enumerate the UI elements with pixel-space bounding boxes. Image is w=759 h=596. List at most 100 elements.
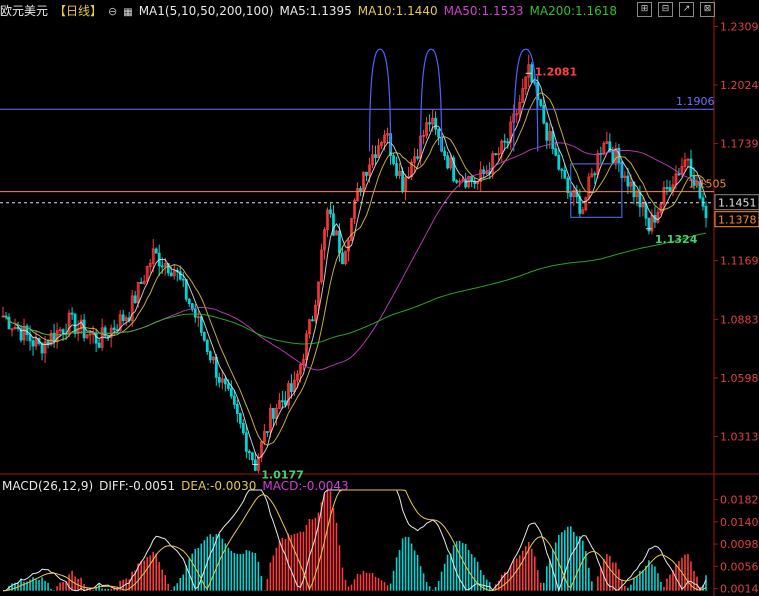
macd-tick-label: 0.0056 <box>720 560 759 573</box>
candle-body <box>446 155 450 169</box>
candle-body <box>341 252 344 265</box>
candle-body <box>401 170 404 192</box>
popout-icon[interactable]: ↗ <box>679 2 694 17</box>
ma-indicator-label[interactable]: MA1(5,10,50,200,100) <box>139 4 274 18</box>
candle-body <box>187 298 191 305</box>
candle-body <box>290 383 293 393</box>
symbol-name: 欧元美元 <box>0 4 49 18</box>
candle-body <box>551 131 555 150</box>
candle-body <box>181 278 185 281</box>
candle-body <box>392 155 395 164</box>
candle-body <box>560 168 564 171</box>
candle-body <box>704 205 708 219</box>
candle-body <box>611 150 615 163</box>
candle-body <box>7 316 11 330</box>
macd-value: MACD:-0.0043 <box>262 479 349 493</box>
candle-body <box>332 213 335 236</box>
level-label: 1.1906 <box>676 95 715 108</box>
candle-body <box>61 329 65 335</box>
candle-body <box>31 340 35 347</box>
chart-icon[interactable]: ▦ <box>123 7 132 18</box>
candle-body <box>271 407 275 419</box>
candle-body <box>121 314 125 321</box>
macd-dea: DEA:-0.0030 <box>181 479 257 493</box>
maximize-icon[interactable]: ⊞ <box>637 2 652 17</box>
candle-body <box>359 188 362 192</box>
ma200-value: MA200:1.1618 <box>529 4 618 18</box>
candle-body <box>217 377 221 383</box>
price-tick-label: 1.2309 <box>720 20 759 33</box>
candle-body <box>677 173 681 176</box>
candle-body <box>701 197 705 207</box>
candle-body <box>82 319 86 339</box>
candle-body <box>374 154 377 158</box>
ma200-line <box>2 232 707 345</box>
candle-body <box>250 452 254 461</box>
chart-header: 欧元美元 【日线】 ⊖ ▦ MA1(5,10,50,200,100) MA5:1.1395… <box>0 2 623 20</box>
candle-body <box>557 154 561 170</box>
close-icon[interactable]: ⊠ <box>700 2 715 17</box>
level-label: 1.1505 <box>688 178 727 191</box>
macd-tick-label: 0.0140 <box>720 516 759 529</box>
candle-body <box>169 272 173 277</box>
window-buttons: ⊞ ⊟ ↗ ⊠ <box>637 2 715 17</box>
minimize-icon[interactable]: ⊟ <box>658 2 673 17</box>
candle-body <box>566 177 570 193</box>
candle-body <box>428 122 432 125</box>
candle-body <box>506 141 510 144</box>
ma50-value: MA50:1.1533 <box>443 4 524 18</box>
price-chart[interactable]: 1.23091.20241.17391.14541.11691.08831.05… <box>0 0 759 596</box>
candle-body <box>247 450 251 454</box>
extreme-label: 1.1324 <box>655 233 698 246</box>
candle-body <box>280 400 284 403</box>
price-tick-label: 1.1169 <box>720 255 759 268</box>
candle-body <box>395 163 398 176</box>
macd-diff: DIFF:-0.0051 <box>99 479 176 493</box>
candle-body <box>563 169 567 179</box>
candle-body <box>112 327 116 331</box>
candle-body <box>554 148 558 156</box>
candle-body <box>542 104 546 124</box>
settings-icon[interactable]: ⊖ <box>108 5 117 18</box>
price-tick-label: 1.0598 <box>720 372 759 385</box>
candle-body <box>70 312 74 315</box>
macd-tick-label: 0.0098 <box>720 538 759 551</box>
candle-body <box>226 383 230 389</box>
ma10-value: MA10:1.1440 <box>357 4 438 18</box>
candle-body <box>494 153 498 156</box>
extreme-label: 1.2081 <box>535 65 577 78</box>
candle-body <box>416 156 419 159</box>
candle-body <box>338 230 341 254</box>
candle-body <box>139 281 143 285</box>
candle-body <box>265 431 269 433</box>
price-tick-label: 1.1739 <box>720 138 759 151</box>
price-tick-label: 1.2024 <box>720 79 759 92</box>
macd-tick-label: 0.0014 <box>720 583 759 596</box>
macd-label[interactable]: MACD(26,12,9) <box>2 479 93 493</box>
period-label[interactable]: 【日线】 <box>54 4 102 18</box>
candle-body <box>193 308 197 318</box>
price-tick-label: 1.0313 <box>720 431 759 444</box>
ma10-line <box>2 92 707 446</box>
candle-body <box>638 191 642 208</box>
candle-body <box>470 176 474 182</box>
candle-body <box>668 187 672 192</box>
candle-body <box>253 459 257 471</box>
ma5-line <box>2 78 707 459</box>
candle-body <box>593 173 597 176</box>
price-tick-label: 1.0883 <box>720 313 759 326</box>
candle-body <box>443 150 447 157</box>
candle-body <box>329 209 332 215</box>
candle-body <box>232 395 236 405</box>
candle-body <box>244 432 248 452</box>
candle-body <box>365 171 368 176</box>
candle-body <box>241 422 245 434</box>
macd-tick-label: 0.0182 <box>720 494 759 507</box>
candle-body <box>434 117 438 130</box>
candle-body <box>539 99 543 106</box>
candle-body <box>626 175 630 187</box>
ma5-value: MA5:1.1395 <box>279 4 352 18</box>
candle-body <box>311 319 314 322</box>
candle-body <box>97 342 101 348</box>
candle-body <box>160 265 164 268</box>
